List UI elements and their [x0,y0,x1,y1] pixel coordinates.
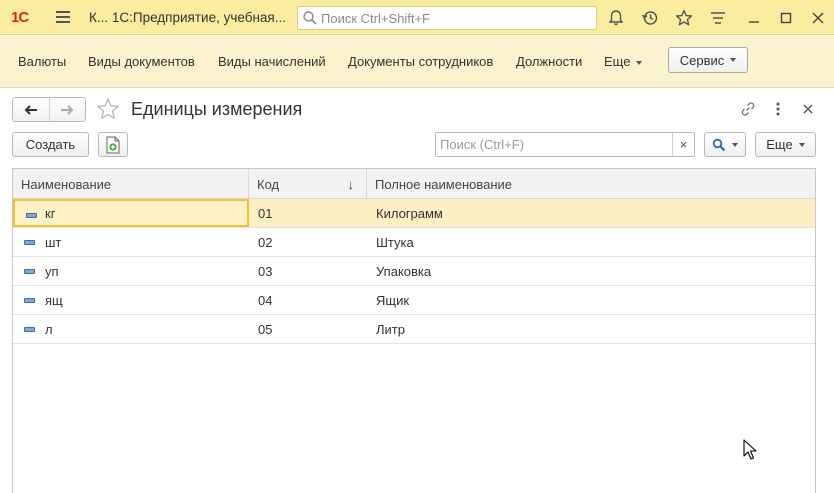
list-search-input[interactable] [436,133,672,156]
catalog-item-icon [26,213,37,218]
cell-full-name[interactable]: Килограмм [367,199,815,227]
sort-arrow-icon: ↓ [347,176,355,192]
section-accrual-types[interactable]: Виды начислений [218,54,326,69]
global-search-placeholder: Поиск Ctrl+Shift+F [321,10,430,26]
cell-name-text: ящ [45,292,63,308]
section-document-types[interactable]: Виды документов [88,54,195,69]
cell-name[interactable]: уп [13,257,249,285]
minimize-icon[interactable] [745,9,763,27]
history-icon[interactable] [641,9,659,27]
chevron-down-icon [636,60,643,65]
form-title: Единицы измерения [131,99,303,119]
service-label: Сервис [679,52,725,68]
chevron-down-icon [730,58,737,62]
maximize-icon[interactable] [777,9,795,27]
column-header-name[interactable]: Наименование [13,169,249,199]
more-actions-icon[interactable] [769,100,787,118]
search-icon [712,138,726,151]
chevron-down-icon [732,142,738,147]
section-more-label: Еще [604,54,631,69]
search-icon [303,11,317,25]
cell-code[interactable]: 03 [249,257,367,285]
column-header-name-label: Наименование [21,176,112,192]
create-button[interactable]: Создать [12,132,89,157]
link-icon[interactable] [739,100,757,118]
catalog-item-icon [24,269,35,274]
cell-name[interactable]: шт [13,228,249,256]
favorite-star-icon[interactable] [96,97,120,121]
main-menu-icon[interactable] [56,11,70,23]
catalog-item-icon [24,327,35,332]
clear-search-button[interactable]: × [672,133,694,156]
chevron-down-icon [798,142,805,147]
app-title: К... 1С:Предприятие, учебная... [89,10,286,25]
cell-name[interactable]: кг [13,199,249,227]
cell-full-name[interactable]: Ящик [367,286,815,314]
more-label: Еще [766,137,793,152]
cell-code[interactable]: 05 [249,315,367,343]
global-search-field[interactable]: Поиск Ctrl+Shift+F [297,6,597,30]
table-row[interactable]: л 05 Литр [13,315,815,344]
section-more-button[interactable]: Еще [604,54,643,69]
cell-code[interactable]: 01 [249,199,367,227]
section-positions[interactable]: Должности [516,54,582,69]
cell-code[interactable]: 02 [249,228,367,256]
cell-full-name[interactable]: Литр [367,315,815,343]
favorites-star-icon[interactable] [675,9,693,27]
bell-icon[interactable] [607,9,625,27]
create-label: Создать [25,137,76,152]
cell-name-text: шт [45,234,62,250]
table-row[interactable]: кг 01 Килограмм [13,199,815,228]
cell-name-text: кг [45,205,56,221]
table-header: Наименование Код ↓ Полное наименование [13,169,815,199]
column-header-code[interactable]: Код ↓ [249,169,367,199]
cell-name[interactable]: л [13,315,249,343]
cell-name[interactable]: ящ [13,286,249,314]
arrow-left-icon [24,104,37,115]
copy-create-button[interactable] [98,132,128,157]
back-button[interactable] [13,98,49,121]
cell-name-text: уп [45,263,59,279]
mouse-cursor-icon [743,439,757,460]
list-search-field[interactable]: × [435,132,695,157]
app-logo[interactable]: 1С [11,9,29,26]
navigation-buttons [12,97,86,122]
cell-name-text: л [45,321,53,337]
column-header-full-name-label: Полное наименование [375,176,513,192]
section-employee-documents[interactable]: Документы сотрудников [348,54,493,69]
cell-code[interactable]: 04 [249,286,367,314]
cell-full-name[interactable]: Штука [367,228,815,256]
settings-menu-icon[interactable] [709,9,727,27]
section-currencies[interactable]: Валюты [18,54,66,69]
table-row[interactable]: ящ 04 Ящик [13,286,815,315]
column-header-code-label: Код [257,176,280,192]
forward-button[interactable] [48,98,85,121]
close-icon[interactable] [809,9,827,27]
service-button[interactable]: Сервис [668,47,748,73]
more-button[interactable]: Еще [755,132,816,157]
close-form-icon[interactable] [799,100,817,118]
catalog-item-icon [24,240,35,245]
units-table: Наименование Код ↓ Полное наименование кг… [12,168,816,493]
sections-panel: Валюты Виды документов Виды начислений Д… [0,36,834,88]
cell-full-name[interactable]: Упаковка [367,257,815,285]
title-bar: 1С К... 1С:Предприятие, учебная... Поиск… [0,0,834,35]
table-row[interactable]: шт 02 Штука [13,228,815,257]
column-header-full-name[interactable]: Полное наименование [367,169,815,199]
table-row[interactable]: уп 03 Упаковка [13,257,815,286]
catalog-item-icon [24,298,35,303]
search-options-button[interactable] [704,132,746,157]
document-add-icon [106,136,120,153]
arrow-right-icon [61,104,74,115]
